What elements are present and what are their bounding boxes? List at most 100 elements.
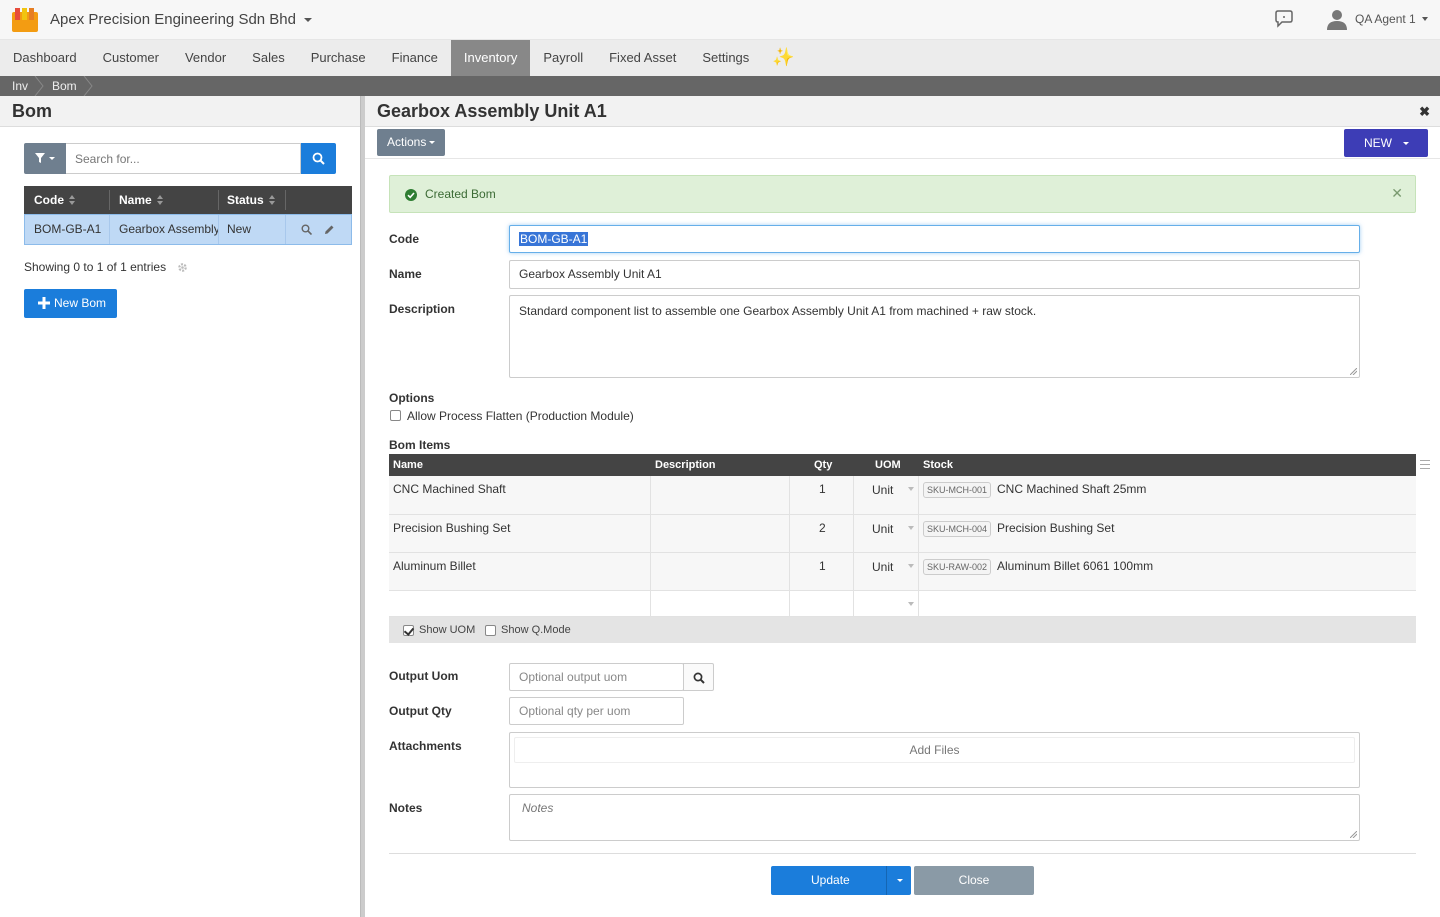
bom-item-empty-row[interactable] [389, 591, 1416, 617]
resize-handle-icon[interactable] [1350, 831, 1357, 838]
close-button[interactable]: Close [914, 866, 1034, 895]
item-uom: Unit [872, 483, 894, 497]
column-header-name[interactable]: Name [119, 186, 163, 214]
new-label: NEW [1364, 136, 1392, 150]
nav-tab-payroll[interactable]: Payroll [530, 40, 596, 76]
show-qmode-checkbox[interactable] [485, 625, 496, 636]
attachments-field: Add Files [509, 732, 1360, 788]
column-divider [918, 476, 919, 515]
filter-button[interactable] [24, 143, 66, 174]
new-bom-button[interactable]: New Bom [24, 289, 117, 318]
allow-process-flatten-checkbox[interactable] [390, 410, 401, 421]
bom-item-row[interactable]: CNC Machined Shaft 1 Unit SKU-MCH-001 CN… [389, 476, 1416, 515]
uom-dropdown-caret-icon[interactable] [908, 526, 914, 530]
column-divider [650, 515, 651, 553]
items-column-stock: Stock [923, 459, 953, 471]
table-row[interactable]: BOM-GB-A1 Gearbox Assembly Unit A1 New [24, 214, 352, 245]
sparkle-icon[interactable]: ✨ [762, 40, 804, 76]
breadcrumb-item-inv[interactable]: Inv [12, 76, 28, 96]
column-divider [650, 591, 651, 617]
output-uom-label: Output Uom [389, 669, 459, 683]
edit-pencil-icon[interactable] [324, 224, 335, 235]
item-name: Aluminum Billet [393, 559, 476, 573]
output-uom-search-button[interactable] [683, 663, 714, 691]
column-divider [285, 215, 286, 244]
column-divider [218, 190, 219, 210]
nav-tab-settings[interactable]: Settings [689, 40, 762, 76]
description-value: Standard component list to assemble one … [519, 304, 1037, 318]
chevron-down-icon[interactable] [897, 879, 903, 882]
column-label: Name [119, 193, 152, 207]
column-divider [853, 553, 854, 591]
sort-icon [69, 195, 75, 205]
bom-items-header: Name Description Qty UOM Stock [389, 454, 1416, 476]
code-label: Code [389, 232, 419, 246]
column-label: Status [227, 193, 264, 207]
column-header-code[interactable]: Code [34, 186, 75, 214]
search-button[interactable] [301, 143, 336, 174]
show-uom-checkbox[interactable] [403, 625, 414, 636]
company-name: Apex Precision Engineering Sdn Bhd [50, 11, 296, 28]
uom-dropdown-caret-icon[interactable] [908, 602, 914, 606]
user-menu[interactable]: QA Agent 1 [1326, 6, 1428, 32]
list-table-header: Code Name Status [24, 186, 352, 214]
update-label: Update [811, 873, 850, 887]
items-column-qty: Qty [814, 459, 833, 471]
bom-item-row[interactable]: Precision Bushing Set 2 Unit SKU-MCH-004… [389, 515, 1416, 553]
search-icon [312, 152, 325, 165]
nav-tab-customer[interactable]: Customer [90, 40, 172, 76]
cell-name: Gearbox Assembly Unit A1 [119, 222, 219, 236]
nav-tab-sales[interactable]: Sales [239, 40, 298, 76]
form-divider [389, 853, 1416, 854]
output-uom-input[interactable] [509, 663, 684, 691]
column-divider [789, 476, 790, 515]
notes-field[interactable]: Notes [509, 794, 1360, 841]
item-name: Precision Bushing Set [393, 521, 511, 535]
bom-item-row[interactable]: Aluminum Billet 1 Unit SKU-RAW-002 Alumi… [389, 553, 1416, 591]
user-name: QA Agent 1 [1355, 12, 1416, 26]
description-field[interactable]: Standard component list to assemble one … [509, 295, 1360, 378]
nav-tab-purchase[interactable]: Purchase [298, 40, 379, 76]
close-icon[interactable]: ✖ [1419, 104, 1430, 120]
button-separator [886, 866, 887, 895]
cell-status: New [227, 222, 252, 236]
name-value: Gearbox Assembly Unit A1 [519, 267, 662, 281]
show-uom-label: Show UOM [419, 624, 476, 636]
new-dropdown-button[interactable]: NEW [1344, 129, 1428, 157]
resize-handle-icon[interactable] [1350, 368, 1357, 375]
uom-dropdown-caret-icon[interactable] [908, 564, 914, 568]
nav-tab-dashboard[interactable]: Dashboard [0, 40, 90, 76]
attachments-label: Attachments [389, 739, 462, 753]
uom-dropdown-caret-icon[interactable] [908, 487, 914, 491]
chevron-down-icon [1403, 142, 1409, 145]
breadcrumb: Inv Bom [0, 76, 1440, 96]
detail-panel: Gearbox Assembly Unit A1 ✖ Actions NEW C… [365, 96, 1440, 917]
breadcrumb-item-bom[interactable]: Bom [52, 76, 77, 96]
company-switcher[interactable]: Apex Precision Engineering Sdn Bhd [50, 11, 312, 28]
detail-title: Gearbox Assembly Unit A1 [377, 101, 607, 121]
column-header-status[interactable]: Status [227, 186, 275, 214]
gear-icon[interactable] [177, 262, 188, 273]
view-search-icon[interactable] [301, 224, 312, 235]
nav-tab-vendor[interactable]: Vendor [172, 40, 239, 76]
chat-icon[interactable] [1274, 10, 1294, 28]
sku-badge: SKU-MCH-001 [923, 482, 992, 498]
plus-icon [38, 297, 50, 309]
actions-dropdown[interactable]: Actions [377, 129, 445, 156]
menu-lines-icon[interactable] [1420, 460, 1430, 469]
show-qmode-label: Show Q.Mode [501, 624, 571, 636]
add-files-button[interactable]: Add Files [514, 737, 1355, 763]
app-logo-icon[interactable] [12, 8, 38, 32]
name-field[interactable]: Gearbox Assembly Unit A1 [509, 260, 1360, 289]
output-qty-input[interactable] [509, 697, 684, 725]
search-input[interactable] [66, 143, 301, 174]
item-stock: Aluminum Billet 6061 100mm [997, 559, 1154, 573]
code-field[interactable]: BOM-GB-A1 [509, 225, 1360, 253]
nav-tab-finance[interactable]: Finance [379, 40, 451, 76]
nav-tab-fixed-asset[interactable]: Fixed Asset [596, 40, 689, 76]
update-button[interactable]: Update [771, 866, 911, 895]
alert-close-icon[interactable]: ✕ [1391, 185, 1403, 202]
nav-tab-inventory[interactable]: Inventory [450, 40, 531, 76]
item-qty: 1 [819, 559, 826, 573]
item-uom: Unit [872, 560, 894, 574]
